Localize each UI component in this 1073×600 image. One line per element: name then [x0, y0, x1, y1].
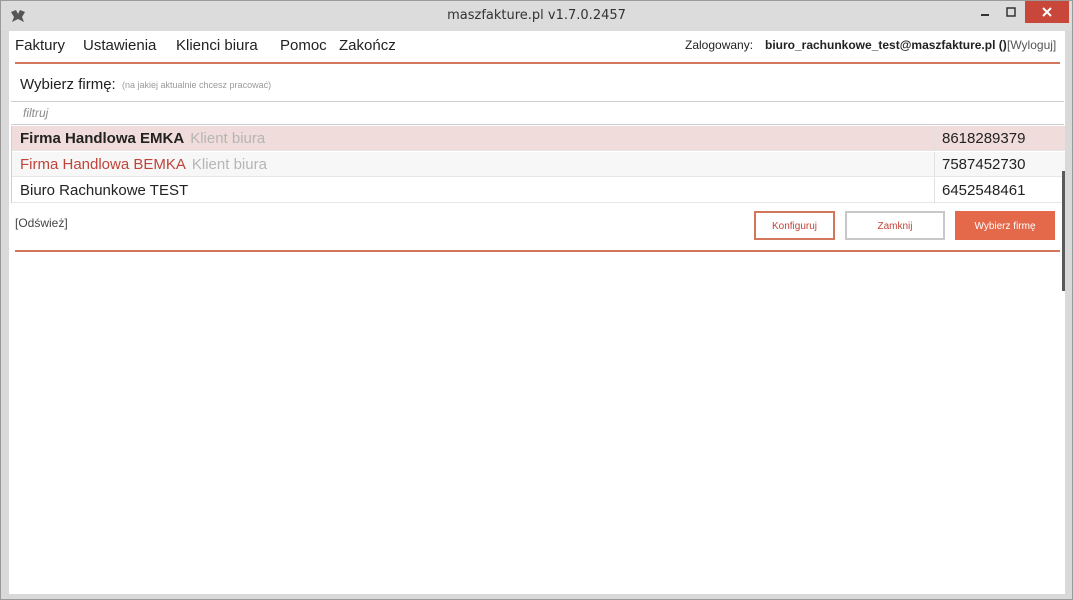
- company-row[interactable]: Firma Handlowa BEMKA Klient biura 7587452…: [12, 152, 1065, 177]
- menu-klienci-biura[interactable]: Klienci biura: [176, 37, 258, 54]
- menu-faktury[interactable]: Faktury: [15, 37, 65, 54]
- company-name-cell: Firma Handlowa BEMKA Klient biura: [20, 156, 267, 173]
- configure-button[interactable]: Konfiguruj: [754, 211, 835, 240]
- title-bar[interactable]: maszfakture.pl v1.7.0.2457: [1, 1, 1072, 31]
- choose-company-label: Wybierz firmę:: [20, 76, 116, 93]
- choose-company-button[interactable]: Wybierz firmę: [955, 211, 1055, 240]
- actions-separator: [15, 250, 1060, 252]
- company-nip: 7587452730: [942, 156, 1026, 173]
- company-name: Biuro Rachunkowe TEST: [20, 182, 189, 199]
- logged-user: biuro_rachunkowe_test@maszfakture.pl (): [765, 38, 1007, 52]
- company-nip: 8618289379: [942, 130, 1026, 147]
- login-label: Zalogowany:: [685, 38, 754, 52]
- company-name: Firma Handlowa BEMKA: [20, 156, 186, 173]
- window-title: maszfakture.pl v1.7.0.2457: [447, 8, 626, 23]
- filter-box: [11, 101, 1064, 125]
- filter-input[interactable]: [23, 106, 923, 120]
- choose-company-hint: (na jakiej aktualnie chcesz pracować): [122, 80, 272, 90]
- logout-link[interactable]: [Wyloguj]: [1007, 38, 1056, 52]
- company-list: Firma Handlowa EMKA Klient biura 86182893…: [11, 126, 1065, 203]
- menu-bar: Faktury Ustawienia Klienci biura Pomoc Z…: [9, 31, 1065, 61]
- minimize-icon: [981, 14, 989, 16]
- menu-ustawienia[interactable]: Ustawienia: [83, 37, 156, 54]
- close-icon: [1042, 7, 1052, 17]
- company-row[interactable]: Firma Handlowa EMKA Klient biura 86182893…: [12, 126, 1065, 151]
- company-name-cell: Firma Handlowa EMKA Klient biura: [20, 130, 265, 147]
- main-content: Faktury Ustawienia Klienci biura Pomoc Z…: [9, 31, 1065, 594]
- scrollbar[interactable]: [1062, 171, 1065, 291]
- company-name-cell: Biuro Rachunkowe TEST: [20, 182, 188, 199]
- refresh-link[interactable]: [Odśwież]: [15, 216, 68, 230]
- company-tag: Klient biura: [190, 130, 266, 147]
- company-name: Firma Handlowa EMKA: [20, 130, 185, 147]
- maximize-icon: [1006, 7, 1016, 17]
- close-window-button[interactable]: [1025, 1, 1069, 23]
- company-tag: Klient biura: [191, 156, 267, 173]
- menu-pomoc[interactable]: Pomoc: [280, 37, 327, 54]
- menu-zakoncz[interactable]: Zakończ: [339, 37, 396, 54]
- company-nip: 6452548461: [942, 182, 1026, 199]
- app-window: maszfakture.pl v1.7.0.2457 Faktury Ustaw…: [0, 0, 1073, 600]
- close-button[interactable]: Zamknij: [845, 211, 945, 240]
- company-row[interactable]: Biuro Rachunkowe TEST 6452548461: [12, 178, 1065, 203]
- maximize-button[interactable]: [998, 1, 1024, 23]
- minimize-button[interactable]: [972, 1, 998, 23]
- column-divider: [934, 126, 935, 151]
- menu-separator: [15, 62, 1060, 64]
- column-divider: [934, 178, 935, 203]
- column-divider: [934, 152, 935, 177]
